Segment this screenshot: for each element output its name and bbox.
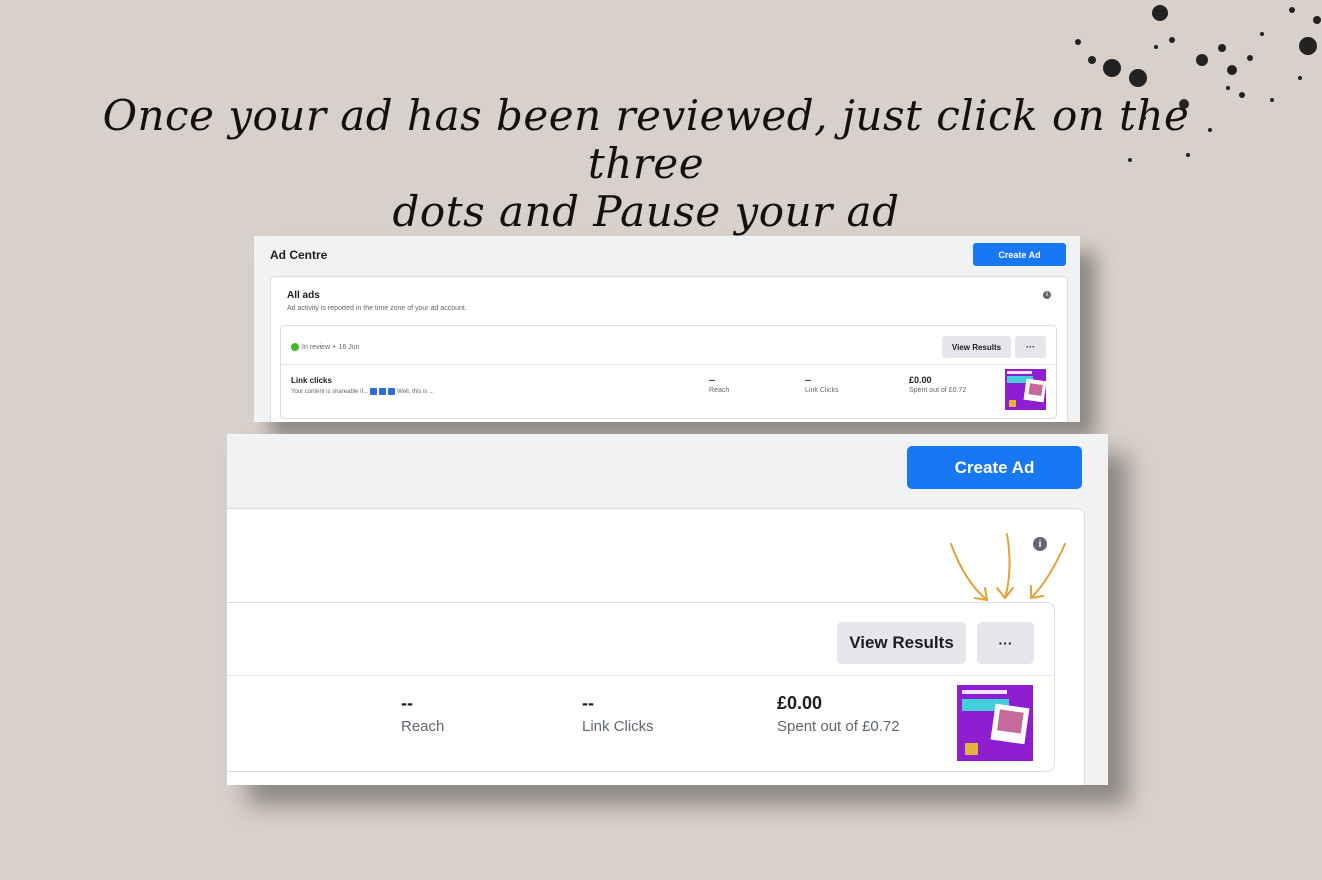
status-dot-icon [291,343,299,351]
create-ad-button[interactable]: Create Ad [907,446,1082,489]
reach-value: -- [709,375,715,385]
link-clicks-label: Link Clicks [805,387,839,394]
more-dots-icon[interactable]: ··· [977,622,1034,664]
link-clicks-label: Link Clicks [582,718,654,735]
ad-thumbnail[interactable] [1005,369,1046,410]
create-ad-button[interactable]: Create Ad [973,243,1066,266]
spent-label: Spent out of £0.72 [777,718,900,735]
all-ads-title: All ads [287,290,320,301]
pointing-arrows-icon [950,533,1066,602]
page-title: Ad Centre [270,248,328,262]
info-icon[interactable]: i [1043,291,1051,299]
reach-label: Reach [709,387,730,394]
ad-row-card: In review • 16 Jun View Results ··· Link… [280,325,1057,419]
status-line: In review • 16 Jun [291,343,360,351]
headline-line-1: Once your ad has been reviewed, just cli… [102,91,1190,188]
view-results-button[interactable]: View Results [942,336,1011,358]
link-clicks-value: -- [805,375,811,385]
status-text: In review [302,343,331,351]
ad-date: 16 Jun [338,343,360,351]
divider [227,675,1054,676]
all-ads-subtitle: Ad activity is reported in the time zone… [287,305,467,312]
link-clicks-metric: -- Link Clicks [582,693,654,735]
ad-row-card: View Results ··· -- Reach -- Link Clicks… [227,602,1055,772]
divider [281,364,1056,365]
ink-splatter-decoration [1075,5,1321,162]
emoji-icon [379,388,387,395]
ad-centre-panel-small: Ad Centre Create Ad All ads Ad activity … [254,236,1080,422]
spent-metric: £0.00 Spent out of £0.72 [777,693,900,735]
reach-metric: -- Reach [709,375,729,394]
spent-value: £0.00 [777,693,823,713]
ad-thumbnail[interactable] [957,685,1033,761]
reach-metric: -- Reach [401,693,444,735]
ad-description-start: Your content is shareable if... [291,388,369,395]
link-clicks-value: -- [582,693,594,713]
headline: Once your ad has been reviewed, just cli… [60,92,1232,236]
spent-metric: £0.00 Spent out of £0.72 [909,375,966,394]
spent-label: Spent out of £0.72 [909,387,967,394]
ad-description: Your content is shareable if... Well, th… [291,388,434,395]
emoji-icon [388,388,396,395]
ad-description-end: Well, this is ... [397,388,435,395]
spent-value: £0.00 [909,375,932,385]
all-ads-card: All ads Ad activity is reported in the t… [270,276,1068,422]
reach-value: -- [401,693,413,713]
reach-label: Reach [401,718,445,735]
link-clicks-metric: -- Link Clicks [805,375,838,394]
emoji-icon [370,388,378,395]
ad-name[interactable]: Link clicks [291,376,332,385]
status-separator: • [333,343,336,351]
view-results-button[interactable]: View Results [837,622,966,664]
more-dots-icon[interactable]: ··· [1015,336,1046,358]
headline-line-2: dots and Pause your ad [392,187,900,236]
